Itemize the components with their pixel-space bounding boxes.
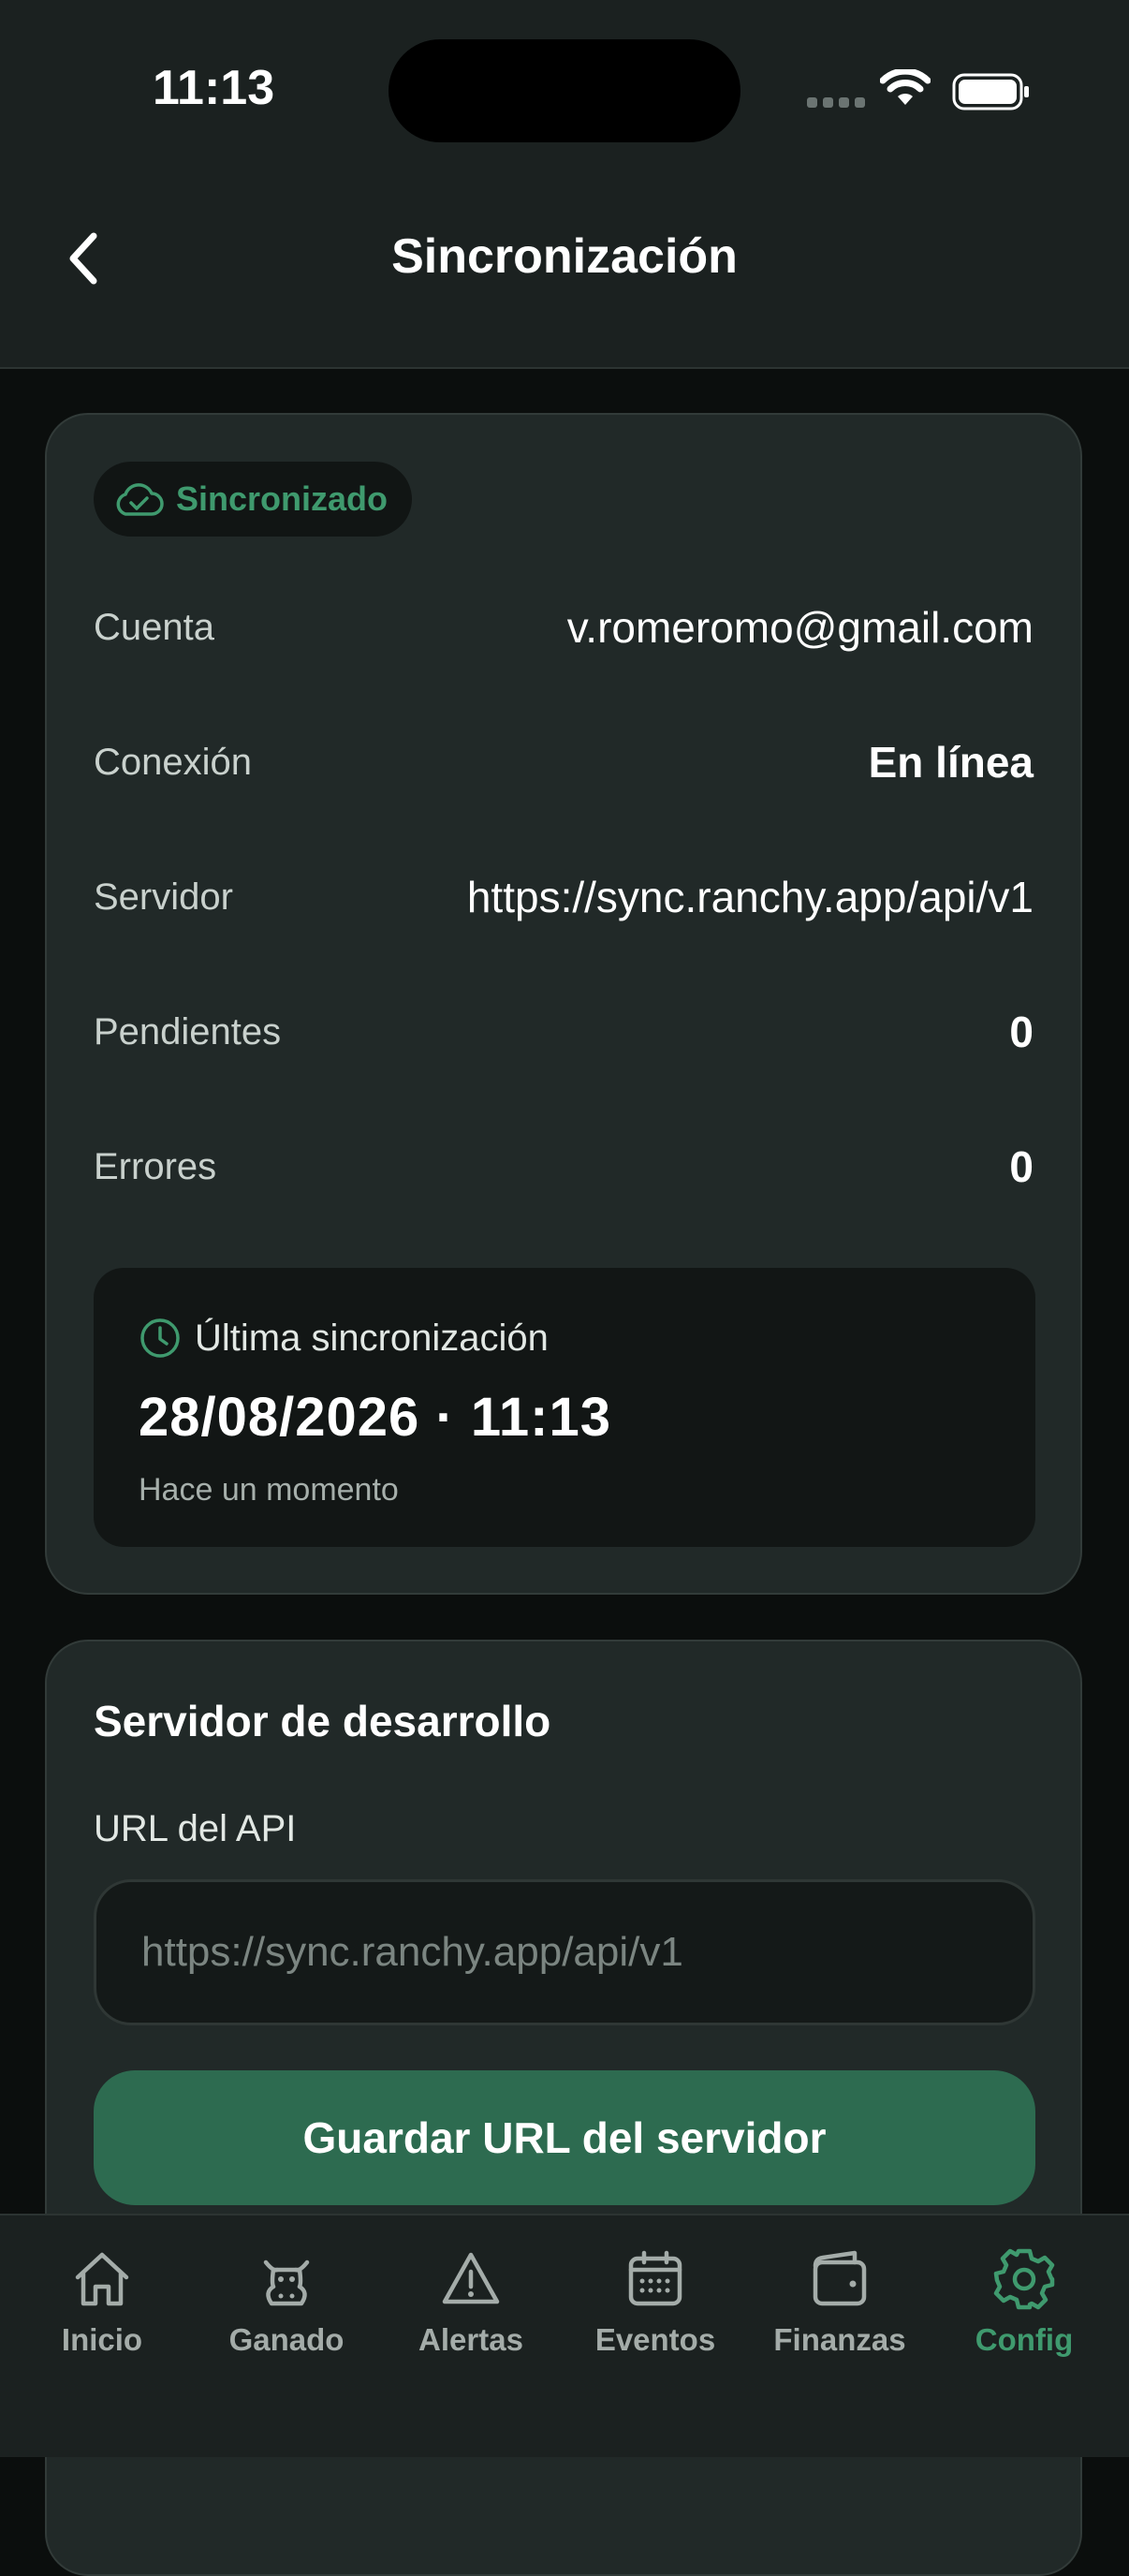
dynamic-island [389, 39, 740, 142]
tab-config[interactable]: Config [931, 2245, 1118, 2358]
tab-label: Eventos [594, 2322, 716, 2357]
status-badge-label: Sincronizado [176, 479, 389, 518]
tab-label: Config [975, 2322, 1074, 2357]
gear-icon [993, 2248, 1055, 2310]
row-value: En línea [868, 738, 1034, 787]
status-time: 11:13 [153, 61, 275, 115]
last-sync-heading-label: Última sincronización [195, 1317, 549, 1359]
info-row-account: Cuenta v.romeromo@gmail.com [94, 595, 1034, 660]
home-icon [75, 2252, 129, 2306]
sync-status-card: Sincronizado Cuenta v.romeromo@gmail.com… [45, 413, 1082, 1595]
info-row-pending: Pendientes 0 [94, 999, 1034, 1065]
tab-alertas[interactable]: Alertas [377, 2245, 564, 2358]
page-title: Sincronización [391, 229, 738, 284]
api-url-input[interactable] [94, 1879, 1035, 2025]
row-value: https://sync.ranchy.app/api/v1 [466, 873, 1034, 921]
wallet-icon [813, 2250, 867, 2306]
cow-icon [263, 2260, 310, 2306]
row-value: 0 [1009, 1142, 1034, 1191]
save-server-url-button[interactable]: Guardar URL del servidor [94, 2070, 1035, 2205]
row-label: Pendientes [94, 1010, 282, 1052]
last-sync-heading: Última sincronización [139, 1317, 549, 1360]
row-value: 0 [1009, 1008, 1034, 1056]
calendar-icon [628, 2250, 682, 2306]
status-badge: Sincronizado [94, 462, 413, 537]
last-sync-box: Última sincronización 28/08/2026 · 11:13… [94, 1268, 1035, 1547]
clock-icon [140, 1318, 180, 1358]
warning-icon [442, 2252, 500, 2304]
tab-label: Inicio [61, 2322, 143, 2357]
top-bar: 11:13 Sincronización [0, 0, 1129, 369]
tab-label: Alertas [418, 2322, 523, 2357]
row-label: Errores [94, 1145, 217, 1187]
tab-inicio[interactable]: Inicio [8, 2245, 196, 2358]
cellular-signal-icon [807, 97, 865, 108]
wifi-icon [880, 69, 931, 105]
tab-label: Finanzas [773, 2322, 906, 2357]
tab-bar: Inicio Ganado Alertas Eventos Finanzas C… [0, 2214, 1129, 2457]
tab-label: Ganado [228, 2322, 345, 2357]
row-label: Conexión [94, 741, 253, 783]
tab-eventos[interactable]: Eventos [562, 2245, 749, 2358]
last-sync-relative: Hace un momento [139, 1472, 399, 1508]
info-row-connection: Conexión En línea [94, 729, 1034, 795]
cloud-check-icon [116, 483, 164, 516]
tab-finanzas[interactable]: Finanzas [746, 2245, 933, 2358]
info-row-server: Servidor https://sync.ranchy.app/api/v1 [94, 864, 1034, 930]
info-row-errors: Errores 0 [94, 1134, 1034, 1200]
row-value: v.romeromo@gmail.com [566, 603, 1034, 652]
row-label: Cuenta [94, 606, 214, 648]
last-sync-datetime: 28/08/2026 · 11:13 [139, 1387, 611, 1448]
api-url-label: URL del API [94, 1808, 297, 1849]
tab-ganado[interactable]: Ganado [193, 2245, 380, 2358]
battery-icon [952, 73, 1029, 110]
row-label: Servidor [94, 876, 233, 918]
section-title: Servidor de desarrollo [94, 1697, 551, 1745]
